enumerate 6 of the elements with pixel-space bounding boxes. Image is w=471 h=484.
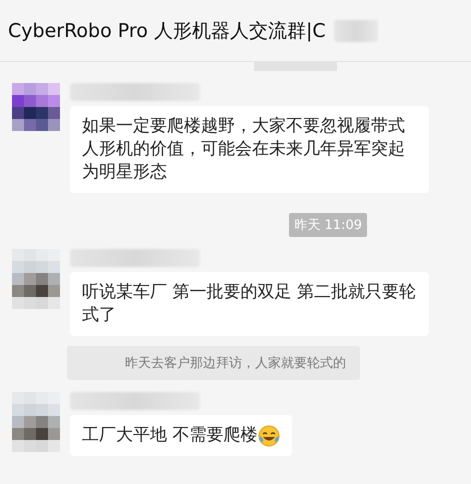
chat-title: CyberRobo Pro 人形机器人交流群|C xyxy=(8,18,326,44)
message-bubble: 工厂大平地 不需要爬楼 xyxy=(70,415,292,456)
timestamp: 昨天 11:09 xyxy=(289,213,367,237)
message-bubble: 如果一定要爬楼越野，大家不要忽视履带式人形机的价值，可能会在未来几年异军突起为明星形态 xyxy=(70,106,429,193)
quoted-message: 昨天去客户那边拜访，人家就要轮式的 xyxy=(67,346,360,380)
message-bubble: 听说某车厂 第一批要的双足 第二批就只要轮式了 xyxy=(70,272,429,336)
